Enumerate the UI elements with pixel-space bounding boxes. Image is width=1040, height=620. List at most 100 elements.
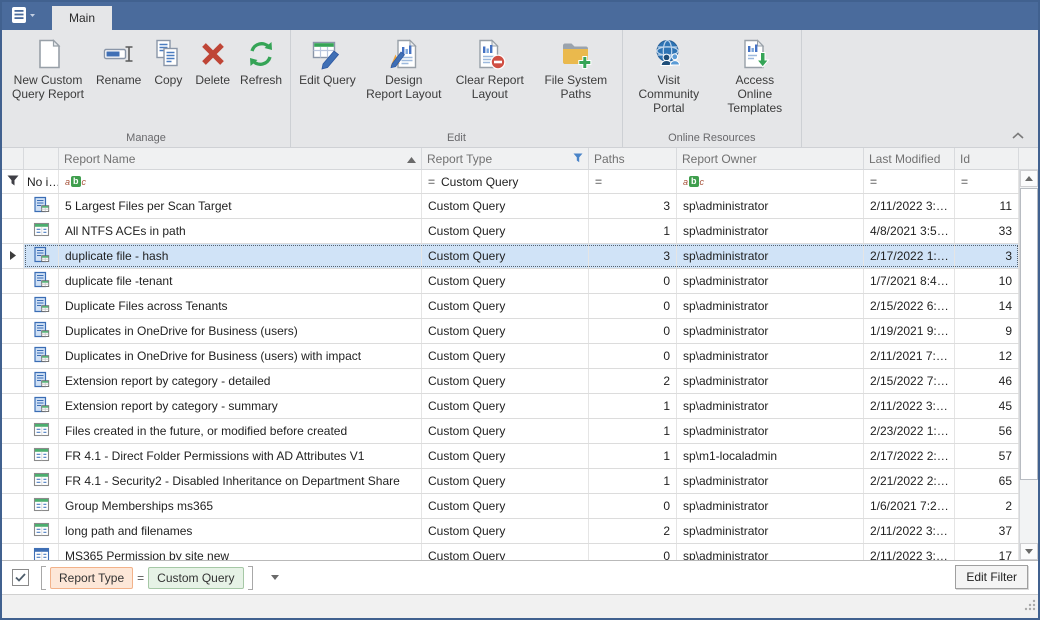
cell-last-modified[interactable]: 1/7/2021 8:4… <box>864 269 955 293</box>
cell-report-owner[interactable]: sp\administrator <box>677 194 864 218</box>
filter-value-chip[interactable]: Custom Query <box>148 567 243 589</box>
cell-paths[interactable]: 1 <box>589 219 677 243</box>
cell-report-owner[interactable]: sp\administrator <box>677 469 864 493</box>
cell-report-name[interactable]: Extension report by category - summary <box>59 394 422 418</box>
scroll-down-button[interactable] <box>1020 543 1038 560</box>
cell-report-type[interactable]: Custom Query <box>422 269 589 293</box>
cell-report-owner[interactable]: sp\administrator <box>677 544 864 560</box>
cell-id[interactable]: 12 <box>955 344 1019 368</box>
filter-cell-id[interactable]: = <box>955 170 1019 193</box>
cell-paths[interactable]: 0 <box>589 544 677 560</box>
cell-report-type[interactable]: Custom Query <box>422 369 589 393</box>
resize-grip-icon[interactable] <box>1023 598 1036 616</box>
cell-report-owner[interactable]: sp\administrator <box>677 369 864 393</box>
cell-report-name[interactable]: Group Memberships ms365 <box>59 494 422 518</box>
table-row[interactable]: MS365 Permission by site newCustom Query… <box>2 544 1019 560</box>
table-row[interactable]: Duplicates in OneDrive for Business (use… <box>2 319 1019 344</box>
cell-report-name[interactable]: Duplicates in OneDrive for Business (use… <box>59 344 422 368</box>
edit-filter-button[interactable]: Edit Filter <box>955 565 1028 589</box>
edit-query-button[interactable]: Edit Query <box>294 36 361 89</box>
cell-id[interactable]: 11 <box>955 194 1019 218</box>
vertical-scrollbar[interactable] <box>1019 170 1038 560</box>
cell-id[interactable]: 17 <box>955 544 1019 560</box>
cell-report-owner[interactable]: sp\administrator <box>677 419 864 443</box>
table-row[interactable]: Group Memberships ms365Custom Query0sp\a… <box>2 494 1019 519</box>
cell-last-modified[interactable]: 1/19/2021 9:… <box>864 319 955 343</box>
cell-paths[interactable]: 0 <box>589 294 677 318</box>
delete-button[interactable]: Delete <box>190 36 235 89</box>
cell-last-modified[interactable]: 2/11/2022 3:… <box>864 519 955 543</box>
table-row[interactable]: duplicate file - hashCustom Query3sp\adm… <box>2 244 1019 269</box>
cell-last-modified[interactable]: 2/11/2022 3:… <box>864 194 955 218</box>
cell-last-modified[interactable]: 2/15/2022 6:… <box>864 294 955 318</box>
table-row[interactable]: Duplicate Files across TenantsCustom Que… <box>2 294 1019 319</box>
column-header-report-owner[interactable]: Report Owner <box>677 148 864 169</box>
cell-report-owner[interactable]: sp\administrator <box>677 344 864 368</box>
scroll-up-button[interactable] <box>1020 170 1038 187</box>
cell-last-modified[interactable]: 2/17/2022 2:… <box>864 444 955 468</box>
filter-cell-icon-column[interactable]: No i… <box>24 170 59 193</box>
cell-report-type[interactable]: Custom Query <box>422 219 589 243</box>
column-header-paths[interactable]: Paths <box>589 148 677 169</box>
cell-report-type[interactable]: Custom Query <box>422 469 589 493</box>
cell-report-owner[interactable]: sp\m1-localadmin <box>677 444 864 468</box>
cell-report-type[interactable]: Custom Query <box>422 419 589 443</box>
cell-last-modified[interactable]: 4/8/2021 3:5… <box>864 219 955 243</box>
cell-last-modified[interactable]: 2/15/2022 7:… <box>864 369 955 393</box>
cell-last-modified[interactable]: 2/23/2022 1:… <box>864 419 955 443</box>
cell-paths[interactable]: 1 <box>589 444 677 468</box>
filter-cell-paths[interactable]: = <box>589 170 677 193</box>
cell-report-owner[interactable]: sp\administrator <box>677 394 864 418</box>
copy-button[interactable]: Copy <box>146 36 190 89</box>
table-row[interactable]: Files created in the future, or modified… <box>2 419 1019 444</box>
cell-paths[interactable]: 2 <box>589 369 677 393</box>
table-row[interactable]: 5 Largest Files per Scan TargetCustom Qu… <box>2 194 1019 219</box>
filter-cell-report-owner[interactable]: abc <box>677 170 864 193</box>
cell-report-name[interactable]: long path and filenames <box>59 519 422 543</box>
cell-report-owner[interactable]: sp\administrator <box>677 244 864 268</box>
cell-id[interactable]: 57 <box>955 444 1019 468</box>
cell-paths[interactable]: 0 <box>589 269 677 293</box>
design-report-layout-button[interactable]: Design Report Layout <box>361 36 447 103</box>
clear-report-layout-button[interactable]: Clear Report Layout <box>447 36 533 103</box>
cell-report-type[interactable]: Custom Query <box>422 444 589 468</box>
cell-paths[interactable]: 3 <box>589 194 677 218</box>
tab-main[interactable]: Main <box>52 6 112 30</box>
table-row[interactable]: All NTFS ACEs in pathCustom Query1sp\adm… <box>2 219 1019 244</box>
cell-report-name[interactable]: duplicate file -tenant <box>59 269 422 293</box>
new-custom-query-report-button[interactable]: New Custom Query Report <box>5 36 91 103</box>
filter-operator[interactable]: = <box>137 571 144 585</box>
cell-report-type[interactable]: Custom Query <box>422 394 589 418</box>
cell-report-name[interactable]: MS365 Permission by site new <box>59 544 422 560</box>
filter-cell-report-name[interactable]: abc <box>59 170 422 193</box>
access-online-templates-button[interactable]: Access Online Templates <box>712 36 798 117</box>
cell-last-modified[interactable]: 2/11/2022 3:… <box>864 544 955 560</box>
cell-report-type[interactable]: Custom Query <box>422 544 589 560</box>
filter-cell-last-modified[interactable]: = <box>864 170 955 193</box>
filter-field-chip[interactable]: Report Type <box>50 567 133 589</box>
cell-report-owner[interactable]: sp\administrator <box>677 494 864 518</box>
cell-report-owner[interactable]: sp\administrator <box>677 319 864 343</box>
cell-id[interactable]: 56 <box>955 419 1019 443</box>
cell-last-modified[interactable]: 2/21/2022 2:… <box>864 469 955 493</box>
cell-last-modified[interactable]: 2/17/2022 1:… <box>864 244 955 268</box>
cell-report-type[interactable]: Custom Query <box>422 519 589 543</box>
cell-report-name[interactable]: Duplicate Files across Tenants <box>59 294 422 318</box>
cell-id[interactable]: 33 <box>955 219 1019 243</box>
table-row[interactable]: Extension report by category - detailedC… <box>2 369 1019 394</box>
cell-last-modified[interactable]: 2/11/2022 3:… <box>864 394 955 418</box>
cell-report-name[interactable]: 5 Largest Files per Scan Target <box>59 194 422 218</box>
funnel-blue-icon[interactable] <box>573 152 583 166</box>
visit-community-portal-button[interactable]: Visit Community Portal <box>626 36 712 117</box>
cell-paths[interactable]: 0 <box>589 344 677 368</box>
cell-id[interactable]: 9 <box>955 319 1019 343</box>
cell-last-modified[interactable]: 2/11/2021 7:… <box>864 344 955 368</box>
cell-paths[interactable]: 1 <box>589 469 677 493</box>
cell-report-name[interactable]: Files created in the future, or modified… <box>59 419 422 443</box>
cell-report-type[interactable]: Custom Query <box>422 494 589 518</box>
cell-report-name[interactable]: All NTFS ACEs in path <box>59 219 422 243</box>
table-row[interactable]: FR 4.1 - Security2 - Disabled Inheritanc… <box>2 469 1019 494</box>
column-header-id[interactable]: Id <box>955 148 1019 169</box>
file-system-paths-button[interactable]: File System Paths <box>533 36 619 103</box>
cell-id[interactable]: 14 <box>955 294 1019 318</box>
